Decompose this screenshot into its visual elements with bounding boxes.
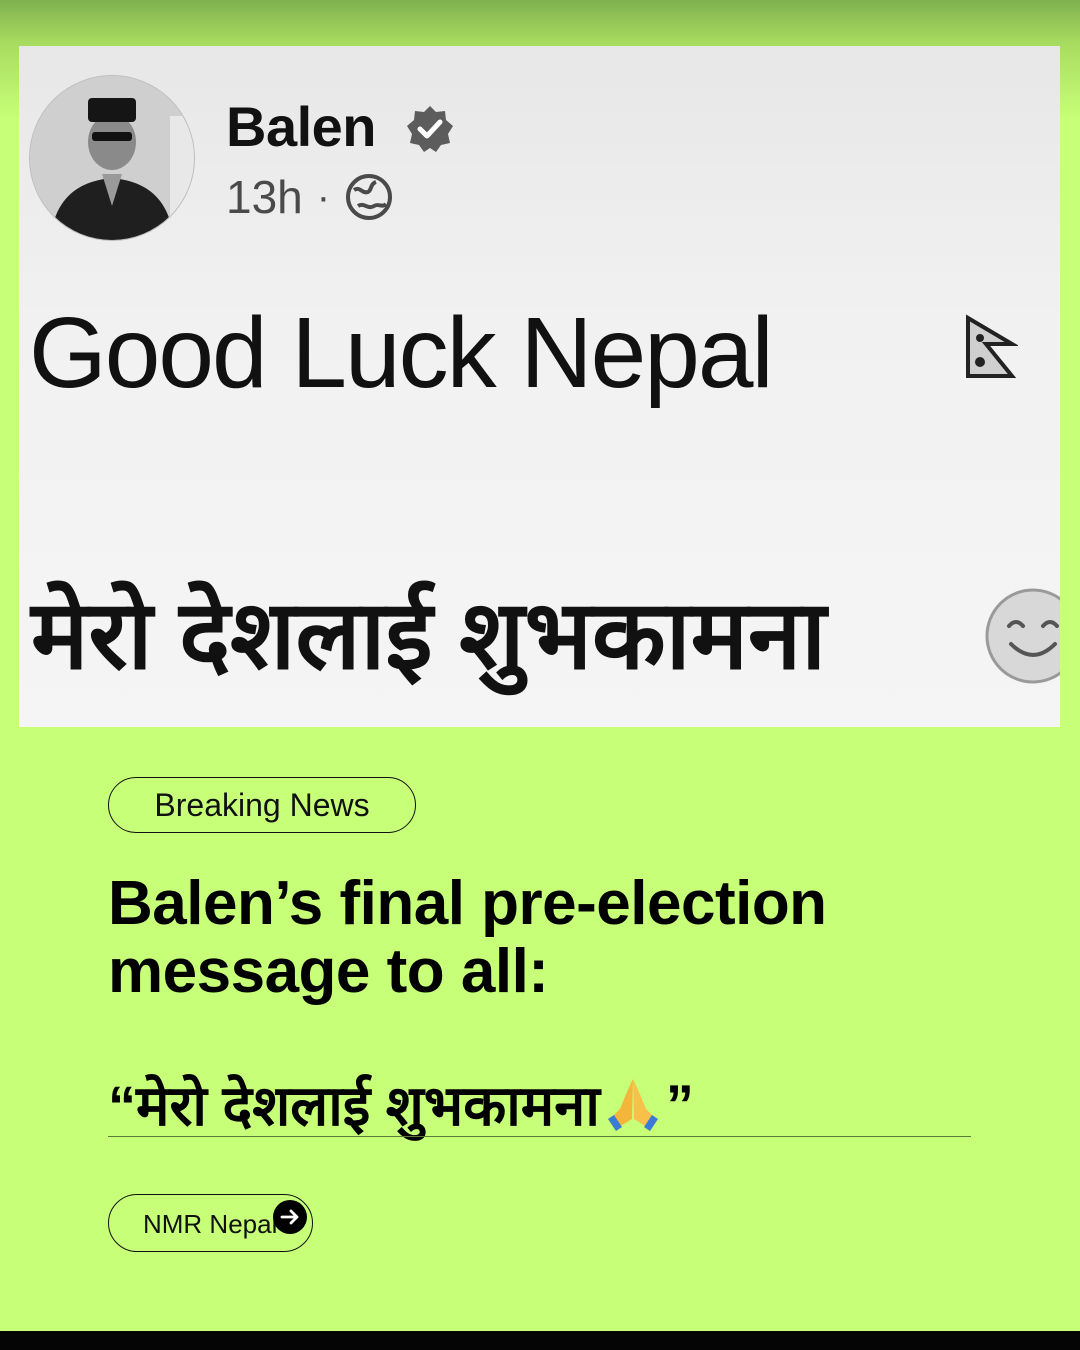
post-meta: 13h ·	[226, 170, 394, 224]
arrow-right-icon	[273, 1200, 307, 1234]
verified-badge-icon	[407, 106, 453, 152]
post-time[interactable]: 13h	[226, 170, 303, 224]
quote: “मेरो देशलाई शुभकामना ”	[108, 1066, 978, 1142]
divider	[108, 1136, 971, 1137]
meta-separator: ·	[316, 174, 331, 219]
breaking-news-badge: Breaking News	[108, 777, 416, 833]
headline: Balen’s final pre-election message to al…	[108, 869, 827, 1006]
quote-text: “मेरो देशलाई शुभकामना	[108, 1074, 600, 1137]
globe-icon[interactable]	[344, 172, 394, 222]
author-name[interactable]: Balen	[226, 94, 377, 159]
avatar	[29, 75, 195, 241]
source-label: NMR Nepal	[143, 1209, 278, 1239]
nepal-flag-icon	[966, 314, 1018, 378]
post-text-english: Good Luck Nepal	[29, 297, 774, 409]
smiling-face-icon	[985, 588, 1060, 684]
post-text-nepali: मेरो देशलाई शुभकामना	[31, 582, 827, 689]
bottom-bar	[0, 1331, 1080, 1350]
source-link[interactable]: NMR Nepal	[108, 1194, 313, 1252]
folded-hands-icon	[607, 1079, 658, 1131]
post-screenshot: Balen 13h · Good Luck Nepal मेरो देशलाई …	[19, 46, 1060, 727]
quote-close: ”	[665, 1072, 694, 1136]
